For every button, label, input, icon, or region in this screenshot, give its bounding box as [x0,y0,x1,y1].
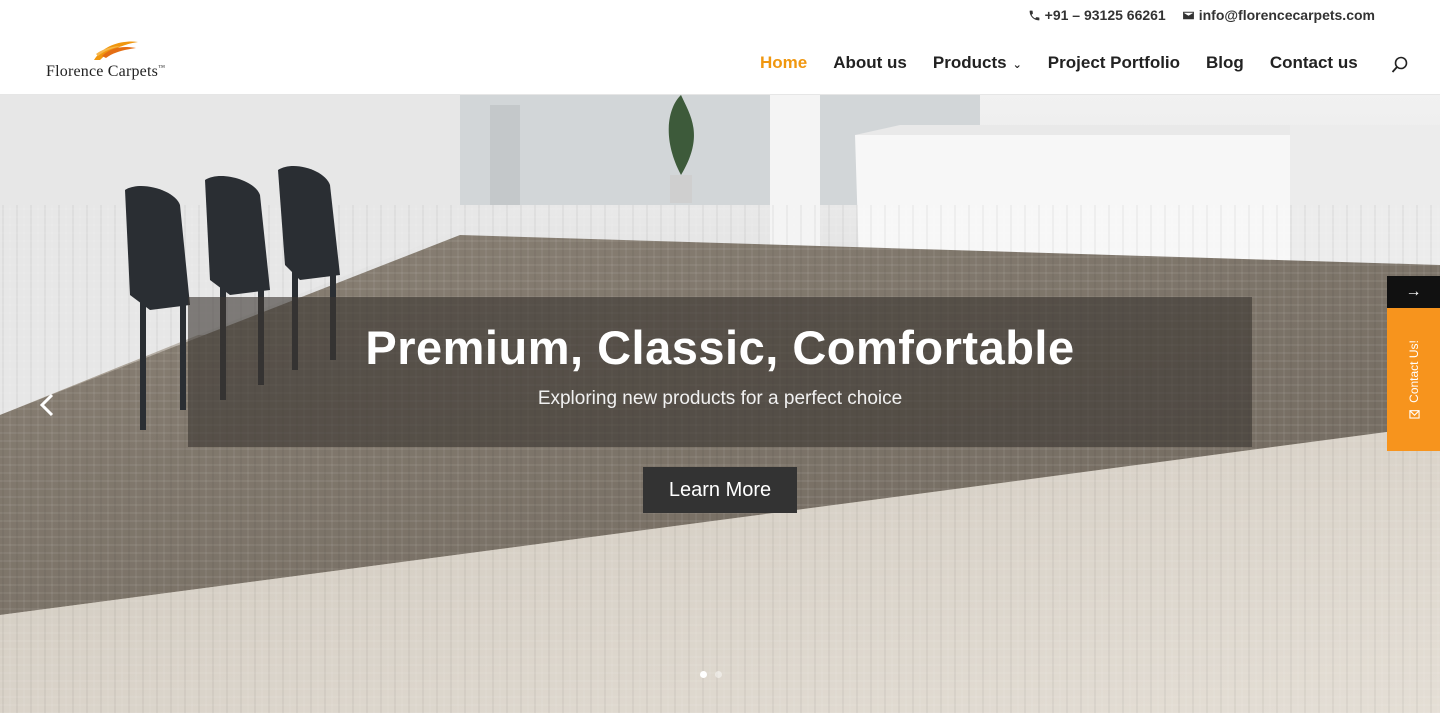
mail-icon [1182,11,1194,19]
site-logo[interactable]: Florence Carpets™ [46,38,196,86]
slider-dot-1[interactable] [700,671,707,678]
slider-prev-button[interactable] [34,388,60,422]
nav-item-about[interactable]: About us [833,53,907,73]
side-tab-toggle-button[interactable]: → [1387,276,1440,308]
search-button[interactable] [1390,55,1410,75]
learn-more-button[interactable]: Learn More [643,467,797,513]
search-icon [1391,56,1408,73]
site-header: +91 – 93125 66261 info@florencecarpets.c… [0,0,1440,95]
nav-item-blog[interactable]: Blog [1206,53,1244,73]
nav-label: About us [833,53,907,72]
nav-item-home[interactable]: Home [760,53,807,73]
hero-subtitle: Exploring new products for a perfect cho… [537,388,903,409]
chevron-left-icon [39,393,54,417]
flame-logo-icon [94,41,138,60]
nav-item-products[interactable]: Products ⌄ [933,53,1022,73]
envelope-icon [1408,409,1419,419]
nav-label: Home [760,53,808,72]
phone-link[interactable]: +91 – 93125 66261 [1028,7,1166,23]
nav-label: Project Portfolio [1047,53,1181,72]
logo-text: Florence Carpets™ [46,63,165,81]
logo-wordmark: Florence Carpets [46,63,159,80]
phone-number: +91 – 93125 66261 [1044,7,1166,23]
nav-label: Contact us [1269,53,1358,72]
slider-dots [700,671,722,678]
contact-us-side-tab[interactable]: Contact Us! [1387,308,1440,451]
contact-us-tab-content: Contact Us! [1407,340,1421,420]
nav-item-project-portfolio[interactable]: Project Portfolio [1048,53,1180,73]
phone-icon [1029,10,1040,20]
top-contact-bar: +91 – 93125 66261 info@florencecarpets.c… [1028,7,1375,23]
chevron-down-icon: ⌄ [1012,59,1022,71]
nav-label: Products [932,53,1007,72]
hero-slider: Premium, Classic, Comfortable Exploring … [0,95,1440,713]
nav-item-contact[interactable]: Contact us [1270,53,1358,73]
nav-label: Blog [1206,53,1244,72]
slider-dot-2[interactable] [715,671,722,678]
hero-title: Premium, Classic, Comfortable [365,321,1075,374]
trademark-symbol: ™ [158,63,166,72]
email-address: info@florencecarpets.com [1198,7,1375,23]
email-link[interactable]: info@florencecarpets.com [1182,7,1375,23]
contact-us-tab-label: Contact Us! [1406,339,1421,403]
main-nav: Home About us Products ⌄ Project Portfoli… [760,53,1358,73]
